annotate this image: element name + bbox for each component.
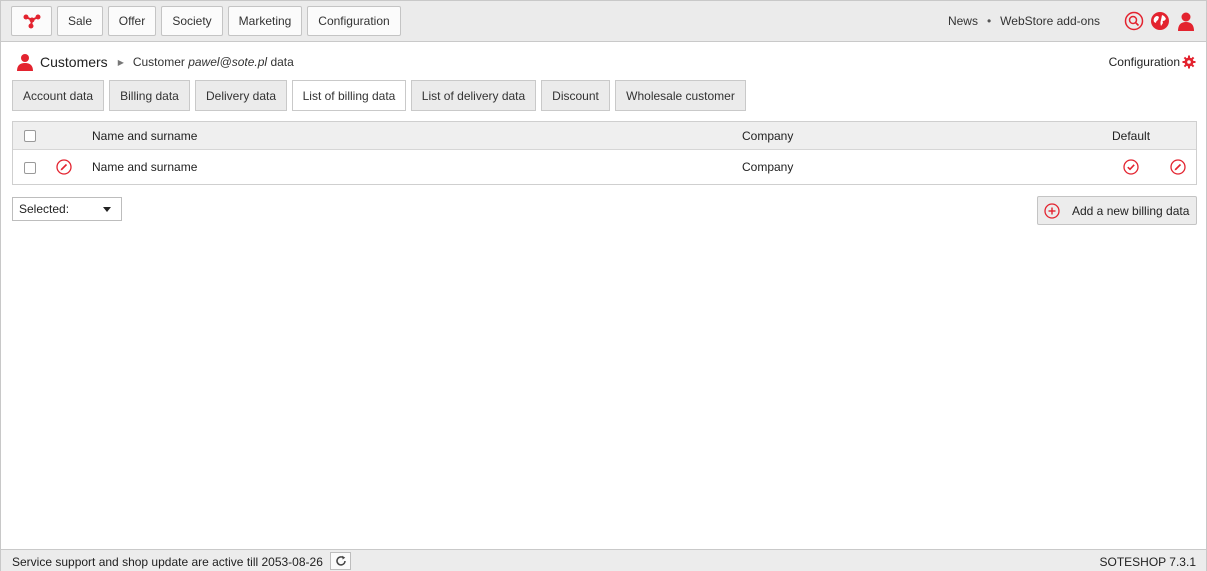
cell-name: Name and surname [92, 160, 198, 174]
chevron-down-icon [103, 207, 111, 212]
column-header-default[interactable]: Default [1112, 129, 1150, 143]
logo-button[interactable] [11, 6, 52, 36]
configuration-label: Configuration [1108, 55, 1180, 69]
table-header: Name and surname Company Default [13, 122, 1196, 150]
tab-list-of-delivery-data[interactable]: List of delivery data [411, 80, 536, 111]
tab-discount[interactable]: Discount [541, 80, 610, 111]
gear-icon [1182, 55, 1196, 69]
bulk-action-select[interactable]: Selected: [12, 197, 122, 221]
nav-society[interactable]: Society [161, 6, 223, 36]
default-check-icon[interactable] [1123, 159, 1139, 175]
search-icon[interactable] [1124, 11, 1144, 31]
support-status: Service support and shop update are acti… [12, 555, 323, 569]
globe-icon[interactable] [1150, 11, 1170, 31]
refresh-icon [335, 555, 346, 566]
breadcrumb-current: Customer pawel@sote.pl data [133, 55, 294, 69]
tab-billing-data[interactable]: Billing data [109, 80, 190, 111]
tab-delivery-data[interactable]: Delivery data [195, 80, 287, 111]
separator: • [986, 14, 992, 28]
footer-bar: Service support and shop update are acti… [1, 549, 1206, 571]
billing-data-table: Name and surname Company Default Name an… [12, 121, 1197, 185]
row-edit-icon[interactable] [1170, 159, 1186, 175]
top-links: News • WebStore add-ons [948, 14, 1100, 28]
add-billing-data-button[interactable]: Add a new billing data [1037, 196, 1197, 225]
news-link[interactable]: News [948, 14, 978, 28]
table-row: Name and surname Company [13, 151, 1196, 184]
app-window: Sale Offer Society Marketing Configurati… [0, 0, 1207, 571]
user-icon[interactable] [1176, 11, 1196, 31]
customer-icon [17, 54, 33, 71]
breadcrumb-arrow-icon: ▶ [117, 57, 124, 67]
tab-account-data[interactable]: Account data [12, 80, 104, 111]
bulk-action-label: Selected: [19, 202, 70, 216]
page-title[interactable]: Customers [40, 54, 108, 70]
column-header-company[interactable]: Company [742, 129, 793, 143]
tab-list-of-billing-data[interactable]: List of billing data [292, 80, 406, 111]
logo-icon [23, 14, 40, 29]
breadcrumb-suffix: data [270, 55, 294, 69]
column-header-name[interactable]: Name and surname [92, 129, 197, 143]
cell-company: Company [742, 160, 794, 174]
app-version: SOTESHOP 7.3.1 [1099, 555, 1197, 569]
configuration-link[interactable]: Configuration [1109, 55, 1196, 69]
breadcrumb: Customers ▶ Customer pawel@sote.pl data [16, 53, 294, 71]
plus-circle-icon [1044, 202, 1060, 219]
tab-wholesale-customer[interactable]: Wholesale customer [615, 80, 746, 111]
webstore-link[interactable]: WebStore add-ons [1000, 14, 1100, 28]
nav-sale[interactable]: Sale [57, 6, 103, 36]
nav-offer[interactable]: Offer [108, 6, 156, 36]
row-checkbox[interactable] [24, 162, 36, 174]
add-button-label: Add a new billing data [1072, 203, 1190, 218]
select-all-checkbox[interactable] [24, 130, 36, 142]
edit-icon[interactable] [56, 159, 72, 175]
customer-email: pawel@sote.pl [188, 55, 268, 69]
breadcrumb-prefix: Customer [132, 55, 185, 69]
nav-configuration[interactable]: Configuration [307, 6, 401, 36]
top-navigation-bar: Sale Offer Society Marketing Configurati… [1, 1, 1206, 42]
refresh-button[interactable] [330, 552, 351, 570]
nav-marketing[interactable]: Marketing [228, 6, 302, 36]
